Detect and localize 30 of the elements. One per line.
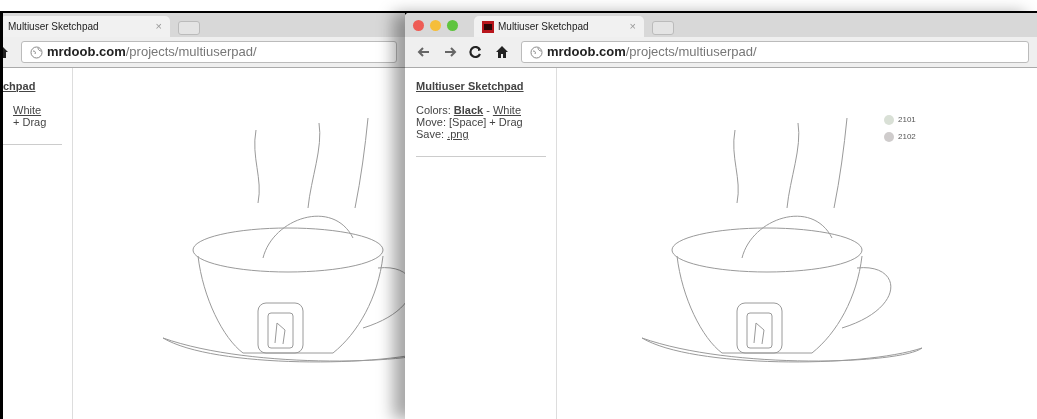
new-tab-button[interactable] [652,21,674,35]
forward-arrow-icon[interactable] [443,45,457,59]
help-text: Move: [Space] + Drag [416,116,523,128]
link[interactable]: .png [447,128,469,140]
globe-icon [30,45,43,59]
help-text: - [486,104,490,116]
user-name: 2101 [898,114,916,126]
link[interactable]: White [492,104,521,116]
drawing-canvas[interactable]: 2101 2102 [557,68,1037,419]
favicon-icon [482,20,494,33]
window-control-icon[interactable] [413,19,424,31]
browser-tab[interactable]: Multiuser Sketchpad × [474,16,644,37]
reload-icon[interactable] [469,45,483,59]
window-control-icon[interactable] [447,19,458,31]
globe-icon [530,45,543,59]
page-title-link[interactable]: Multiuser Sketchpad [416,80,556,92]
address-field[interactable]: mrdoob.com/projects/multiuserpad/ [521,41,1029,63]
help-text: Colors: [416,104,451,116]
link[interactable]: White [13,104,42,116]
user-name: 2102 [898,131,916,143]
window-control-icon[interactable] [430,19,441,31]
address-field[interactable]: mrdoob.com/projects/multiuserpad/ [21,41,397,63]
page-title-link[interactable]: chpad [3,80,72,92]
new-tab-button[interactable] [178,21,200,35]
help-text: Save: [416,128,445,140]
back-arrow-icon[interactable] [417,45,431,59]
help-text: + Drag [13,116,47,128]
link[interactable]: Black [453,104,484,116]
browser-tab[interactable]: Multiuser Sketchpad × [3,16,170,37]
home-icon[interactable] [495,45,509,59]
